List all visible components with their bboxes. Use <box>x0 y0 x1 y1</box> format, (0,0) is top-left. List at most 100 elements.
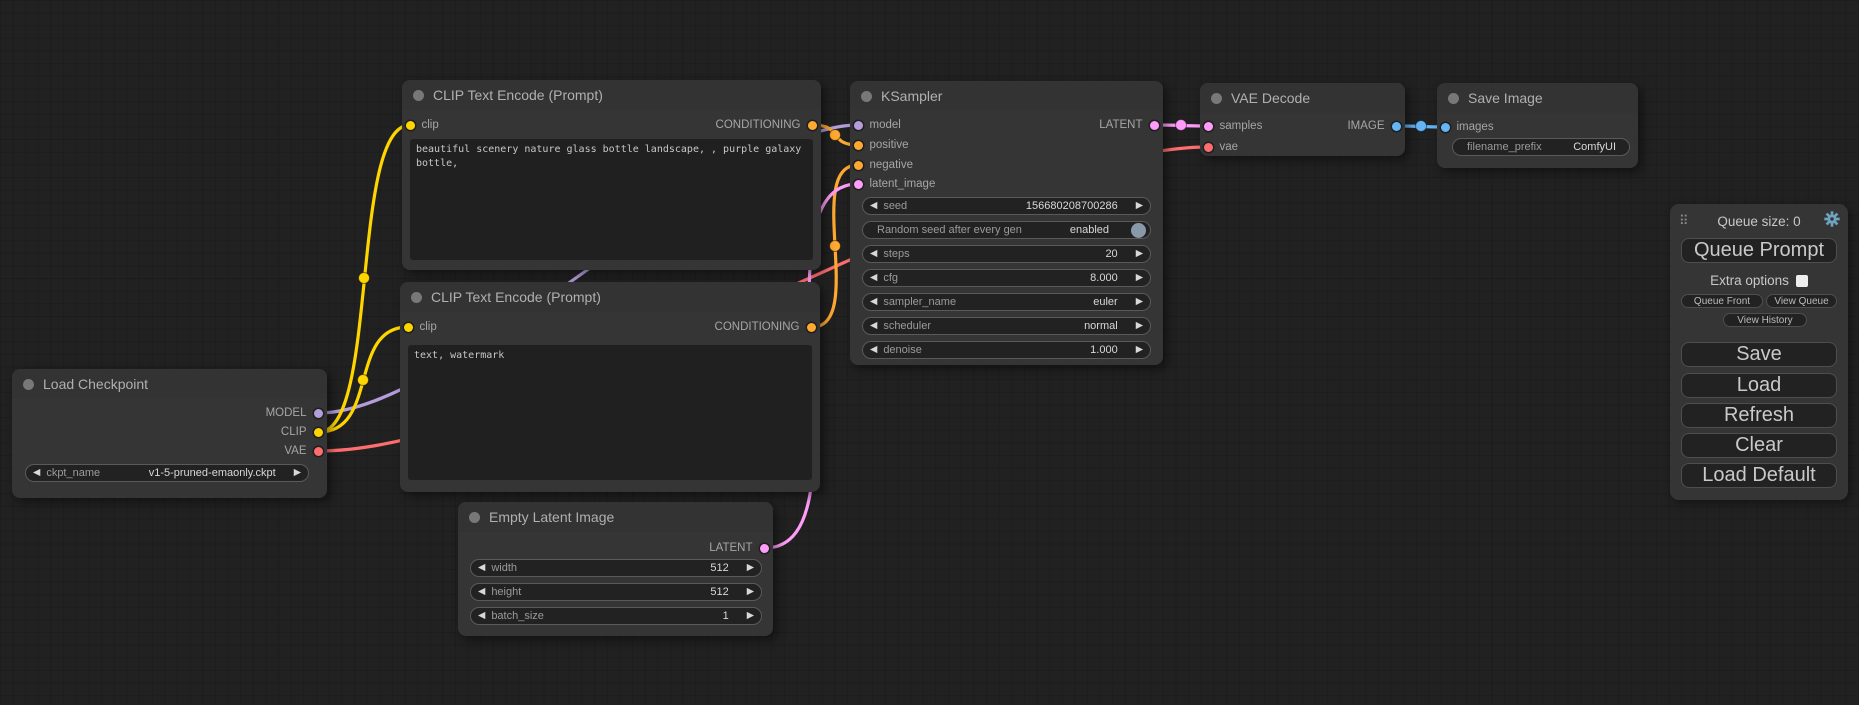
image-port-icon[interactable] <box>1392 122 1401 131</box>
node-vae-decode[interactable]: VAE Decode samples vae IMAGE <box>1200 83 1405 156</box>
node-title-bar[interactable]: CLIP Text Encode (Prompt) <box>400 282 820 312</box>
decrement-arrow-icon[interactable]: ◀ <box>870 249 877 259</box>
widget-ckpt-name[interactable]: ◀ ckpt_name v1-5-pruned-emaonly.ckpt ▶ <box>25 464 309 482</box>
widget-filename-prefix[interactable]: filename_prefix ComfyUI <box>1452 138 1630 156</box>
input-negative[interactable]: negative <box>854 157 913 173</box>
clip-port-icon[interactable] <box>314 428 323 437</box>
image-port-icon[interactable] <box>1441 123 1450 132</box>
decrement-arrow-icon[interactable]: ◀ <box>33 468 40 478</box>
output-image[interactable]: IMAGE <box>1347 118 1400 134</box>
prompt-textarea[interactable]: text, watermark <box>408 345 812 480</box>
conditioning-port-icon[interactable] <box>854 161 863 170</box>
node-title-bar[interactable]: Save Image <box>1437 83 1638 113</box>
toggle-icon[interactable] <box>1131 223 1146 238</box>
input-latent-image[interactable]: latent_image <box>854 176 936 192</box>
increment-arrow-icon[interactable]: ▶ <box>747 563 754 573</box>
conditioning-port-icon[interactable] <box>808 121 817 130</box>
decrement-arrow-icon[interactable]: ◀ <box>870 273 877 283</box>
output-vae[interactable]: VAE <box>284 443 322 459</box>
node-clip-text-encode-negative[interactable]: CLIP Text Encode (Prompt) clip CONDITION… <box>400 282 820 492</box>
increment-arrow-icon[interactable]: ▶ <box>1136 273 1143 283</box>
conditioning-port-icon[interactable] <box>807 323 816 332</box>
view-history-button[interactable]: View History <box>1723 313 1807 327</box>
increment-arrow-icon[interactable]: ▶ <box>747 611 754 621</box>
increment-arrow-icon[interactable]: ▶ <box>294 468 301 478</box>
clip-port-icon[interactable] <box>406 121 415 130</box>
collapse-dot-icon[interactable] <box>469 512 480 523</box>
widget-seed[interactable]: ◀ seed 156680208700286 ▶ <box>862 197 1151 215</box>
latent-port-icon[interactable] <box>854 180 863 189</box>
collapse-dot-icon[interactable] <box>1211 93 1222 104</box>
load-button[interactable]: Load <box>1681 373 1837 398</box>
input-clip[interactable]: clip <box>406 117 439 133</box>
vae-port-icon[interactable] <box>314 447 323 456</box>
queue-front-button[interactable]: Queue Front <box>1681 294 1763 308</box>
conditioning-port-icon[interactable] <box>854 141 863 150</box>
widget-scheduler[interactable]: ◀ scheduler normal ▶ <box>862 317 1151 335</box>
increment-arrow-icon[interactable]: ▶ <box>1136 201 1143 211</box>
latent-port-icon[interactable] <box>1150 121 1159 130</box>
collapse-dot-icon[interactable] <box>1448 93 1459 104</box>
collapse-dot-icon[interactable] <box>411 292 422 303</box>
increment-arrow-icon[interactable]: ▶ <box>1136 249 1143 259</box>
queue-prompt-button[interactable]: Queue Prompt <box>1681 238 1837 263</box>
view-queue-button[interactable]: View Queue <box>1766 294 1837 308</box>
node-load-checkpoint[interactable]: Load Checkpoint MODEL CLIP VAE ◀ ckpt_na… <box>12 369 327 498</box>
vae-port-icon[interactable] <box>1204 143 1213 152</box>
output-model[interactable]: MODEL <box>266 405 323 421</box>
model-port-icon[interactable] <box>854 121 863 130</box>
output-clip[interactable]: CLIP <box>281 424 323 440</box>
node-title-bar[interactable]: CLIP Text Encode (Prompt) <box>402 80 821 110</box>
load-default-button[interactable]: Load Default <box>1681 463 1837 488</box>
input-images[interactable]: images <box>1441 119 1494 135</box>
widget-batch-size[interactable]: ◀ batch_size 1 ▶ <box>470 607 762 625</box>
latent-port-icon[interactable] <box>1204 122 1213 131</box>
widget-sampler-name[interactable]: ◀ sampler_name euler ▶ <box>862 293 1151 311</box>
widget-random-seed[interactable]: Random seed after every gen enabled <box>862 221 1151 239</box>
refresh-button[interactable]: Refresh <box>1681 403 1837 428</box>
input-vae[interactable]: vae <box>1204 139 1239 155</box>
output-conditioning[interactable]: CONDITIONING <box>715 319 816 335</box>
increment-arrow-icon[interactable]: ▶ <box>1136 297 1143 307</box>
increment-arrow-icon[interactable]: ▶ <box>747 587 754 597</box>
node-title-bar[interactable]: Load Checkpoint <box>12 369 327 399</box>
output-latent[interactable]: LATENT <box>1099 117 1158 133</box>
output-latent[interactable]: LATENT <box>709 540 768 556</box>
decrement-arrow-icon[interactable]: ◀ <box>478 587 485 597</box>
node-save-image[interactable]: Save Image images filename_prefix ComfyU… <box>1437 83 1638 168</box>
widget-cfg[interactable]: ◀ cfg 8.000 ▶ <box>862 269 1151 287</box>
settings-gear-icon[interactable] <box>1824 211 1840 231</box>
decrement-arrow-icon[interactable]: ◀ <box>478 611 485 621</box>
prompt-textarea[interactable]: beautiful scenery nature glass bottle la… <box>410 139 813 260</box>
node-ksampler[interactable]: KSampler model positive negative latent_… <box>850 81 1163 365</box>
input-positive[interactable]: positive <box>854 137 909 153</box>
decrement-arrow-icon[interactable]: ◀ <box>870 345 877 355</box>
node-title-bar[interactable]: VAE Decode <box>1200 83 1405 113</box>
increment-arrow-icon[interactable]: ▶ <box>1136 345 1143 355</box>
widget-steps[interactable]: ◀ steps 20 ▶ <box>862 245 1151 263</box>
model-port-icon[interactable] <box>314 409 323 418</box>
save-button[interactable]: Save <box>1681 342 1837 367</box>
node-title-bar[interactable]: KSampler <box>850 81 1163 111</box>
widget-height[interactable]: ◀ height 512 ▶ <box>470 583 762 601</box>
decrement-arrow-icon[interactable]: ◀ <box>870 201 877 211</box>
widget-denoise[interactable]: ◀ denoise 1.000 ▶ <box>862 341 1151 359</box>
input-samples[interactable]: samples <box>1204 118 1263 134</box>
node-empty-latent-image[interactable]: Empty Latent Image LATENT ◀ width 512 ▶ … <box>458 502 773 636</box>
extra-options-checkbox[interactable] <box>1796 275 1808 287</box>
increment-arrow-icon[interactable]: ▶ <box>1136 321 1143 331</box>
node-title-bar[interactable]: Empty Latent Image <box>458 502 773 532</box>
collapse-dot-icon[interactable] <box>413 90 424 101</box>
collapse-dot-icon[interactable] <box>23 379 34 390</box>
clear-button[interactable]: Clear <box>1681 433 1837 458</box>
clip-port-icon[interactable] <box>404 323 413 332</box>
collapse-dot-icon[interactable] <box>861 91 872 102</box>
output-conditioning[interactable]: CONDITIONING <box>716 117 817 133</box>
node-clip-text-encode-positive[interactable]: CLIP Text Encode (Prompt) clip CONDITION… <box>402 80 821 270</box>
decrement-arrow-icon[interactable]: ◀ <box>870 297 877 307</box>
decrement-arrow-icon[interactable]: ◀ <box>478 563 485 573</box>
input-clip[interactable]: clip <box>404 319 437 335</box>
latent-port-icon[interactable] <box>760 544 769 553</box>
decrement-arrow-icon[interactable]: ◀ <box>870 321 877 331</box>
widget-width[interactable]: ◀ width 512 ▶ <box>470 559 762 577</box>
